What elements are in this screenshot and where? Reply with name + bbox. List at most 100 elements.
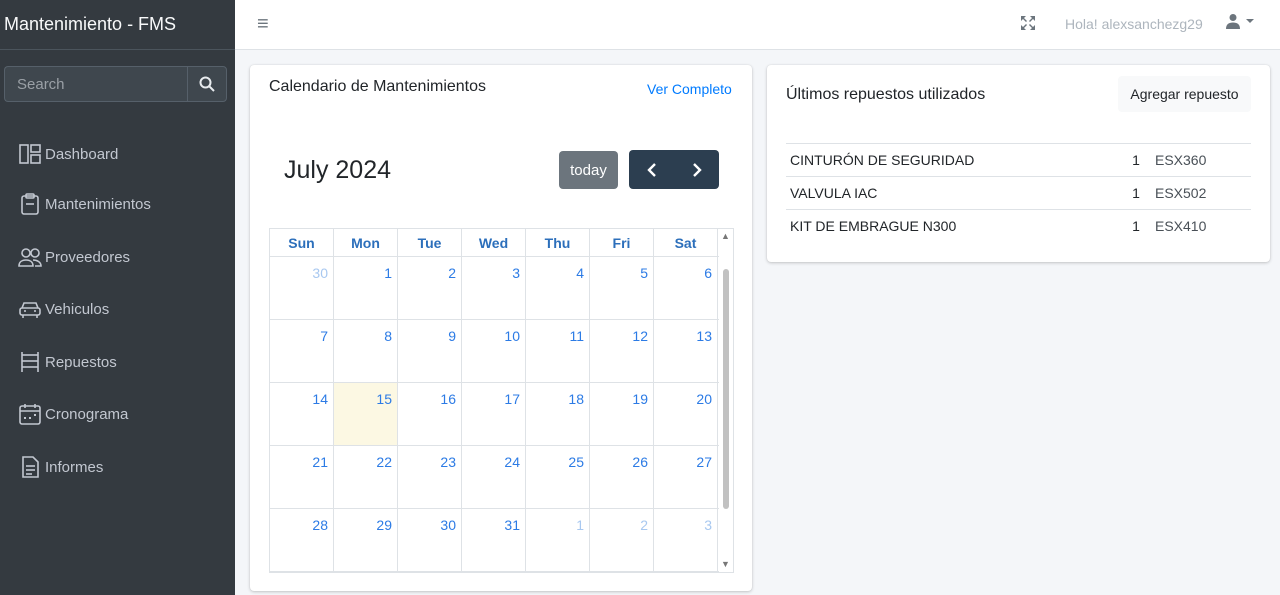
sidebar-item-mantenimientos[interactable]: Mantenimientos (18, 189, 151, 219)
sidebar-item-label: Dashboard (45, 145, 119, 163)
sidebar-item-label: Proveedores (45, 248, 131, 266)
calendar-month-title: July 2024 (284, 156, 392, 184)
weekday-sun: Sun (270, 229, 334, 256)
calendar-day-cell[interactable]: 22 (334, 446, 398, 508)
table-row[interactable]: VALVULA IAC 1 ESX502 (786, 176, 1251, 210)
part-name: KIT DE EMBRAGUE N300 (786, 209, 1121, 243)
chevron-left-icon (646, 162, 656, 177)
calendar-day-cell[interactable]: 1 (334, 257, 398, 319)
weekday-fri: Fri (590, 229, 654, 256)
calendar-day-cell[interactable]: 14 (270, 383, 334, 445)
calendar-card: Calendario de Mantenimientos Ver Complet… (250, 65, 752, 591)
shelves-icon (21, 352, 39, 372)
calendar-day-cell[interactable]: 21 (270, 446, 334, 508)
chevron-right-icon (692, 162, 702, 177)
calendar-day-cell[interactable]: 31 (462, 509, 526, 571)
calendar-day-cell[interactable]: 5 (590, 257, 654, 319)
scroll-up-icon[interactable]: ▲ (721, 231, 730, 241)
sidebar-item-informes[interactable]: Informes (18, 452, 103, 482)
calendar-day-cell[interactable]: 7 (270, 320, 334, 382)
calendar-day-cell[interactable]: 3 (654, 509, 718, 571)
table-row[interactable]: KIT DE EMBRAGUE N300 1 ESX410 (786, 209, 1251, 243)
scroll-down-icon[interactable]: ▼ (721, 559, 730, 569)
calendar-day-cell[interactable]: 20 (654, 383, 718, 445)
sidebar-item-vehiculos[interactable]: Vehiculos (18, 294, 109, 324)
sidebar-item-dashboard[interactable]: Dashboard (18, 139, 118, 169)
sidebar-item-label: Repuestos (45, 353, 117, 371)
scroll-thumb[interactable] (723, 269, 729, 509)
search-input[interactable] (4, 66, 187, 102)
document-icon (22, 456, 39, 478)
ver-completo-link[interactable]: Ver Completo (647, 81, 732, 97)
calendar-day-cell[interactable]: 1 (526, 509, 590, 571)
calendar-day-cell[interactable]: 18 (526, 383, 590, 445)
search-box (4, 66, 227, 102)
part-code: ESX410 (1151, 209, 1251, 243)
calendar-day-cell[interactable]: 19 (590, 383, 654, 445)
calendar-day-cell[interactable]: 4 (526, 257, 590, 319)
calendar-day-cell[interactable]: 29 (334, 509, 398, 571)
dashboard-icon (19, 144, 41, 164)
calendar-day-cell[interactable]: 30 (398, 509, 462, 571)
add-part-button[interactable]: Agregar repuesto (1118, 76, 1251, 112)
sidebar-item-label: Cronograma (45, 405, 129, 423)
next-month-button[interactable] (674, 150, 719, 189)
sidebar-item-cronograma[interactable]: Cronograma (18, 399, 128, 429)
calendar-day-cell[interactable]: 17 (462, 383, 526, 445)
search-icon (199, 76, 215, 92)
calendar-day-cell[interactable]: 16 (398, 383, 462, 445)
part-qty: 1 (1121, 209, 1151, 243)
calendar-day-cell[interactable]: 3 (462, 257, 526, 319)
calendar-week-row: 14 15 16 17 18 19 20 (270, 383, 720, 446)
calendar-day-cell[interactable]: 26 (590, 446, 654, 508)
calendar-day-cell[interactable]: 12 (590, 320, 654, 382)
calendar-day-cell[interactable]: 25 (526, 446, 590, 508)
calendar-week-row: 7 8 9 10 11 12 13 (270, 320, 720, 383)
calendar-card-title: Calendario de Mantenimientos (269, 78, 487, 95)
calendar-day-cell[interactable]: 10 (462, 320, 526, 382)
calendar-day-cell[interactable]: 23 (398, 446, 462, 508)
calendar-week-row: 30 1 2 3 4 5 6 (270, 257, 720, 320)
calendar-day-cell[interactable]: 9 (398, 320, 462, 382)
part-name: CINTURÓN DE SEGURIDAD (786, 143, 1121, 177)
calendar-icon (19, 404, 41, 425)
search-button[interactable] (187, 66, 227, 102)
user-icon (1226, 14, 1240, 29)
sidebar-item-repuestos[interactable]: Repuestos (18, 347, 117, 377)
weekday-mon: Mon (334, 229, 398, 256)
people-icon (18, 248, 42, 267)
calendar-day-cell[interactable]: 30 (270, 257, 334, 319)
calendar-day-cell[interactable]: 6 (654, 257, 718, 319)
calendar-scrollbar[interactable]: ▲ ▼ (719, 229, 733, 572)
calendar-week-row: 21 22 23 24 25 26 27 (270, 446, 720, 509)
brand-title[interactable]: Mantenimiento - FMS (0, 0, 235, 50)
car-icon (19, 302, 41, 318)
user-greeting: Hola! alexsanchezg29 (1065, 16, 1203, 32)
table-row[interactable]: CINTURÓN DE SEGURIDAD 1 ESX360 (786, 143, 1251, 177)
calendar-day-cell[interactable]: 27 (654, 446, 718, 508)
calendar-day-cell[interactable]: 13 (654, 320, 718, 382)
clipboard-icon (21, 193, 39, 215)
today-button[interactable]: today (559, 151, 618, 189)
calendar-days: 30 1 2 3 4 5 6 7 8 9 10 11 12 13 14 15 16 17 18 19 20 21 22 23 2… (270, 257, 720, 572)
calendar-day-cell[interactable]: 15 (334, 383, 398, 445)
calendar-day-cell[interactable]: 2 (398, 257, 462, 319)
sidebar-item-proveedores[interactable]: Proveedores (18, 242, 130, 272)
calendar-day-cell[interactable]: 28 (270, 509, 334, 571)
weekday-wed: Wed (462, 229, 526, 256)
menu-toggle-icon[interactable]: ≡ (257, 13, 269, 36)
part-name: VALVULA IAC (786, 176, 1121, 210)
calendar-day-cell[interactable]: 2 (590, 509, 654, 571)
parts-card: Últimos repuestos utilizados Agregar rep… (767, 65, 1270, 262)
weekday-tue: Tue (398, 229, 462, 256)
calendar-grid: Sun Mon Tue Wed Thu Fri Sat 30 1 2 3 4 5 6 7 8 9 1… (269, 228, 734, 573)
part-qty: 1 (1121, 176, 1151, 210)
calendar-day-cell[interactable]: 24 (462, 446, 526, 508)
prev-month-button[interactable] (629, 150, 674, 189)
part-code: ESX502 (1151, 176, 1251, 210)
sidebar: Mantenimiento - FMS Dashboard Mantenimie… (0, 0, 235, 595)
calendar-day-cell[interactable]: 8 (334, 320, 398, 382)
fullscreen-icon[interactable] (1020, 15, 1036, 31)
calendar-day-cell[interactable]: 11 (526, 320, 590, 382)
user-menu[interactable] (1225, 13, 1255, 29)
